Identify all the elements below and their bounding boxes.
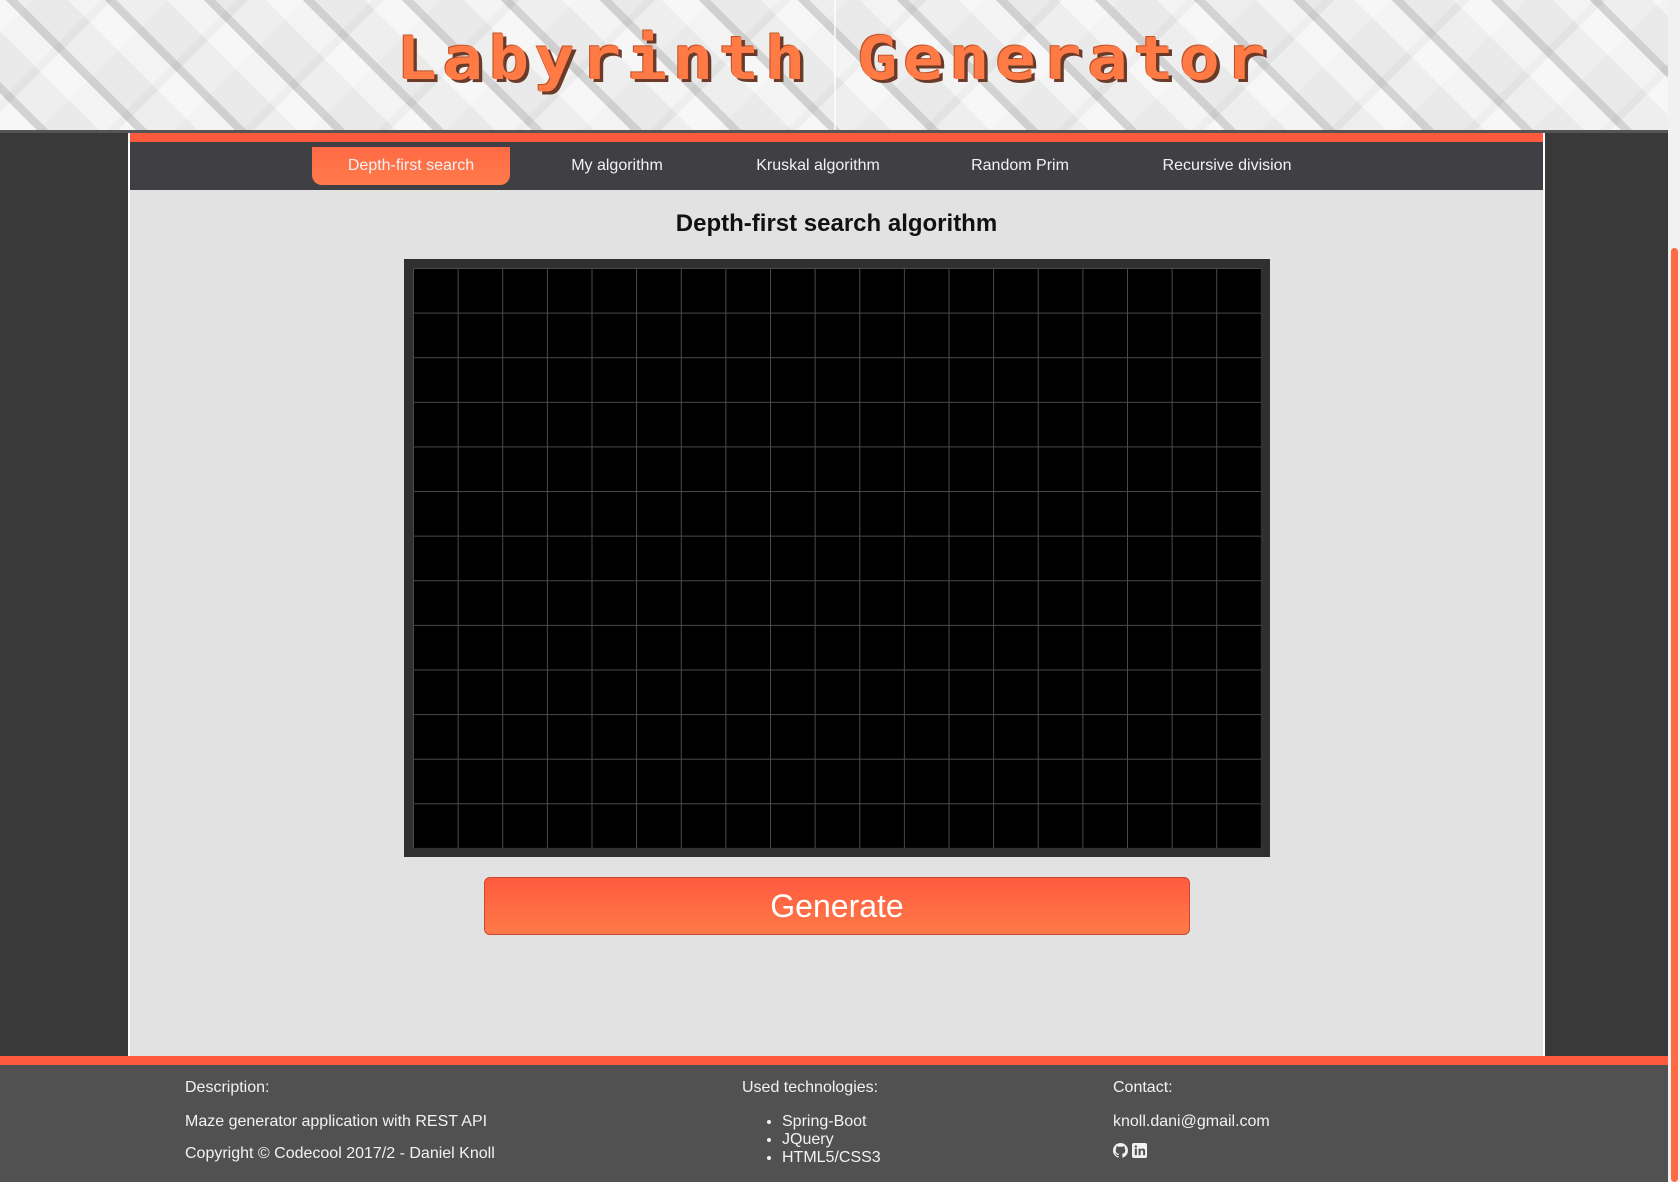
description-heading: Description: xyxy=(185,1079,270,1096)
footer-contact: Contact: knoll.dani@gmail.com xyxy=(1113,1079,1270,1158)
tab-kruskal-algorithm[interactable]: Kruskal algorithm xyxy=(720,147,916,185)
main-panel: Depth-first search My algorithm Kruskal … xyxy=(128,133,1545,1056)
technology-item: JQuery xyxy=(782,1131,881,1149)
site-title: Labyrinth Generator xyxy=(396,24,1272,94)
technology-item: Spring-Boot xyxy=(782,1113,881,1131)
tab-depth-first-search[interactable]: Depth-first search xyxy=(312,147,510,185)
footer-technologies: Used technologies: Spring-Boot JQuery HT… xyxy=(742,1079,881,1167)
header-banner: Labyrinth Generator xyxy=(0,0,1668,130)
footer-description: Description: Maze generator application … xyxy=(185,1079,495,1177)
tab-recursive-division[interactable]: Recursive division xyxy=(1116,147,1338,185)
footer: Description: Maze generator application … xyxy=(0,1056,1668,1182)
generate-button[interactable]: Generate xyxy=(484,877,1190,935)
maze-grid xyxy=(413,268,1261,848)
technologies-list: Spring-Boot JQuery HTML5/CSS3 xyxy=(742,1113,881,1167)
tab-random-prim[interactable]: Random Prim xyxy=(922,147,1118,185)
social-icons xyxy=(1113,1143,1270,1158)
contact-heading: Contact: xyxy=(1113,1079,1173,1096)
maze-frame xyxy=(404,259,1270,857)
technologies-heading: Used technologies: xyxy=(742,1079,879,1096)
linkedin-icon[interactable] xyxy=(1132,1143,1147,1158)
page-scrollbar[interactable] xyxy=(1668,0,1680,1182)
contact-email[interactable]: knoll.dani@gmail.com xyxy=(1113,1113,1270,1131)
algorithm-title: Depth-first search algorithm xyxy=(675,210,998,237)
tab-my-algorithm[interactable]: My algorithm xyxy=(519,147,715,185)
scrollbar-thumb[interactable] xyxy=(1671,248,1678,1182)
copyright-text: Copyright © Codecool 2017/2 - Daniel Kno… xyxy=(185,1145,495,1162)
technology-item: HTML5/CSS3 xyxy=(782,1149,881,1167)
github-icon[interactable] xyxy=(1113,1143,1128,1158)
description-text: Maze generator application with REST API xyxy=(185,1113,488,1130)
algorithm-nav: Depth-first search My algorithm Kruskal … xyxy=(130,133,1543,190)
